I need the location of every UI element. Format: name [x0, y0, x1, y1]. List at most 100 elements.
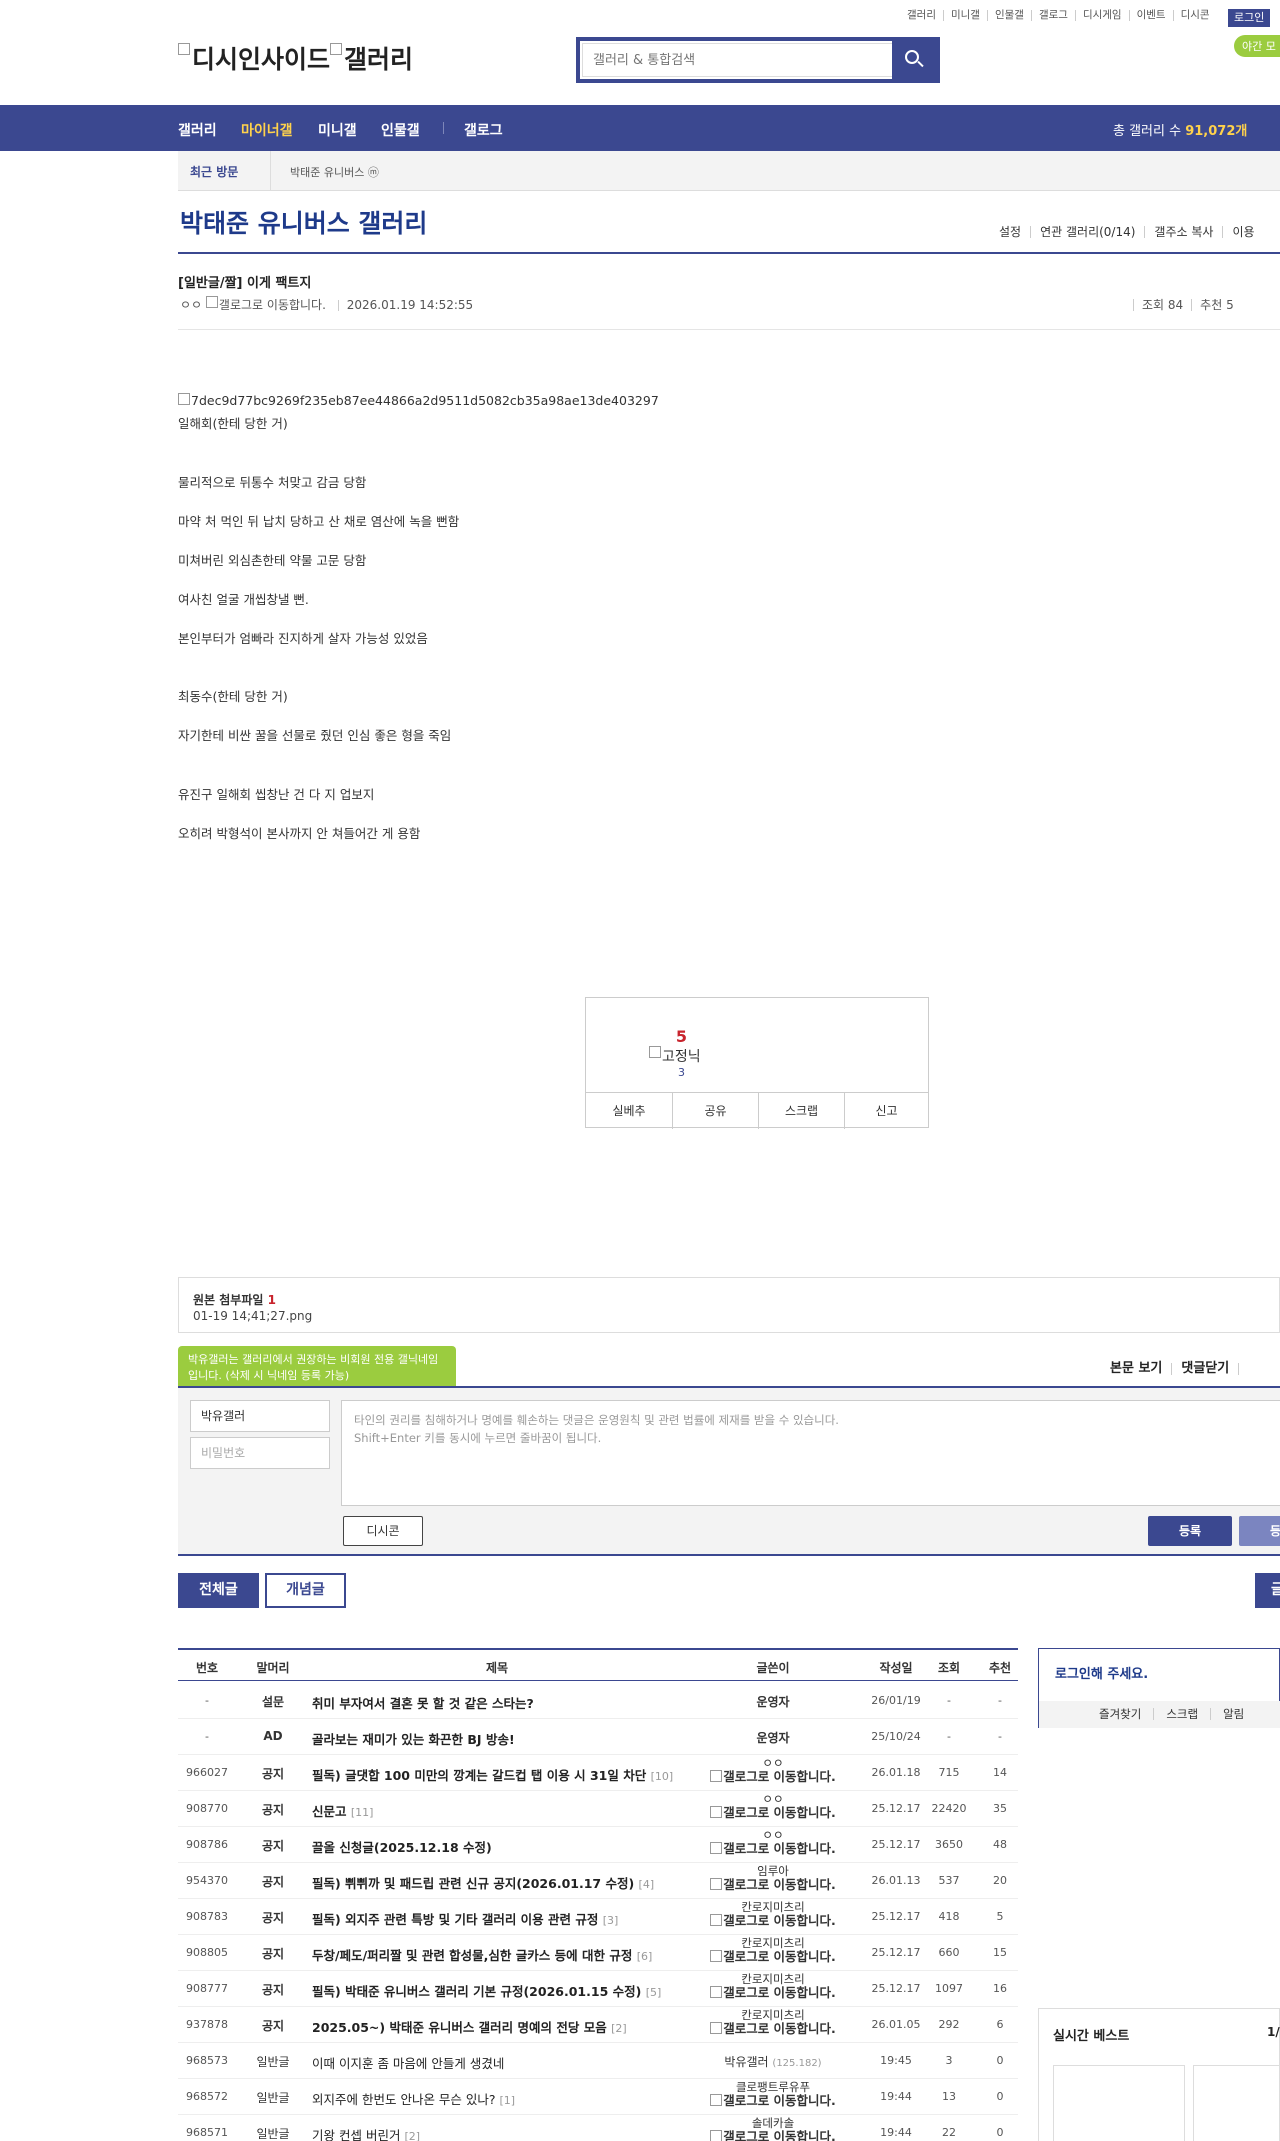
post-title-link[interactable]: 필독) 글댓합 100 미만의 깡계는 갈드컵 탭 이용 시 31일 차단 [1… [312, 1765, 682, 1784]
post-title-link[interactable]: 외지주에 한번도 안나온 무슨 있나? [1] [312, 2089, 682, 2108]
gallery-title[interactable]: 박태준 유니버스 갤러리 [180, 204, 427, 240]
real-best-button[interactable]: 실베추 [586, 1093, 672, 1129]
nav-item-gallog[interactable]: 갤로그 [464, 120, 503, 140]
post-title-link[interactable]: 2025.05~) 박태준 유니버스 갤러리 명예의 전당 모음 [2] [312, 2017, 682, 2036]
table-row[interactable]: 968571 일반글 기왕 컨셉 버린거 [2] 솔데카솔 갤로그로 이동합니다. 19:… [178, 2115, 1018, 2141]
notification-link[interactable]: 알림 [1210, 1708, 1256, 1720]
share-button[interactable]: 공유 [672, 1093, 758, 1129]
post-writer[interactable]: ㅇㅇ 갤로그로 이동합니다. [708, 1792, 838, 1820]
dccon-button[interactable]: 디시콘 [343, 1516, 423, 1546]
post-recommend: 14 [993, 1766, 1007, 1779]
close-comments-link[interactable]: 댓글닫기 [1181, 1361, 1229, 1376]
top-link[interactable]: 미니갤 [942, 10, 987, 21]
post-recommend: 6 [996, 2018, 1004, 2031]
register-button[interactable]: 등록 [1148, 1516, 1232, 1546]
table-row[interactable]: 968573 일반글 이때 이지훈 좀 마음에 안들게 생겼네 박유갤러 (125.… [178, 2043, 1018, 2079]
comment-textarea[interactable]: 타인의 권리를 침해하거나 명예를 훼손하는 댓글은 운영원칙 및 관련 법률에… [341, 1400, 1280, 1506]
gallog-icon[interactable] [205, 296, 218, 308]
tab-concept-posts[interactable]: 개념글 [265, 1573, 346, 1608]
reply-count: [4] [638, 1878, 655, 1891]
post-line: 유진구 일해회 씹창난 건 다 지 업보지 [178, 787, 375, 802]
recent-visit-label: 최근 방문 [190, 165, 239, 179]
top-link[interactable]: 디시콘 [1172, 10, 1217, 21]
search-button[interactable] [892, 41, 936, 79]
nav-item-gallery[interactable]: 갤러리 [178, 120, 217, 140]
site-logo[interactable]: 디시인사이드 갤러리 [178, 40, 413, 76]
post-writer[interactable]: 솔데카솔 갤로그로 이동합니다. [708, 2116, 838, 2141]
top-link[interactable]: 갤로그 [1030, 10, 1075, 21]
post-writer[interactable]: 칸로지미츠리 갤로그로 이동합니다. [708, 2008, 838, 2036]
top-link[interactable]: 인물갤 [986, 10, 1031, 21]
login-prompt[interactable]: 로그인해 주세요. [1055, 1663, 1148, 1682]
post-number: - [205, 1730, 209, 1743]
password-field[interactable]: 비밀번호 [190, 1437, 330, 1469]
settings-link[interactable]: 설정 [990, 226, 1030, 238]
report-button[interactable]: 신고 [844, 1093, 928, 1129]
post-title-link[interactable]: 두창/페도/퍼리짤 및 관련 합성물,심한 글카스 등에 대한 규정 [6] [312, 1945, 682, 1964]
table-row[interactable]: - AD 골라보는 재미가 있는 화끈한 BJ 방송! 운영자 25/10/24- - [178, 1719, 1018, 1755]
nav-item-minor-gallery[interactable]: 마이너갤 [241, 120, 293, 140]
post-title-link[interactable]: 필독) 박태준 유니버스 갤러리 기본 규정(2026.01.15 수정) [5… [312, 1981, 682, 2000]
nickname-field[interactable]: 박유갤러 [190, 1400, 330, 1432]
post-author[interactable]: ㅇㅇ [180, 298, 202, 312]
recent-visit-item[interactable]: 박태준 유니버스 ⓜ [290, 164, 379, 180]
table-row[interactable]: 908783 공지 필독) 외지주 관련 특방 및 기타 갤러리 이용 관련 규정 … [178, 1899, 1018, 1935]
post-title-link[interactable]: 끌올 신청글(2025.12.18 수정) [312, 1837, 682, 1856]
post-writer[interactable]: 운영자 [708, 1729, 838, 1746]
register-recommend-button[interactable]: 등록 [1239, 1516, 1280, 1546]
write-button[interactable]: 글 [1255, 1573, 1280, 1608]
night-mode-toggle[interactable]: 야간 모 [1234, 35, 1280, 57]
related-gallery-link[interactable]: 연관 갤러리(0/14) [1030, 226, 1144, 238]
top-link[interactable]: 갤러리 [900, 10, 943, 21]
post-datetime: 2026.01.19 14:52:55 [346, 298, 474, 312]
post-writer[interactable]: 운영자 [708, 1693, 838, 1710]
post-title-link[interactable]: 이때 이지훈 좀 마음에 안들게 생겼네 [312, 2053, 682, 2072]
table-row[interactable]: - 설문 취미 부자여서 결혼 못 할 것 같은 스타는? 운영자 26/01/19 -… [178, 1683, 1018, 1719]
fixed-nick-recommend[interactable]: 고정닉 [649, 1046, 701, 1066]
post-writer[interactable]: 칸로지미츠리 갤로그로 이동합니다. [708, 1900, 838, 1928]
search-input[interactable] [582, 43, 892, 77]
post-title-link[interactable]: 필독) 쀠쀠까 및 패드립 관련 신규 공지(2026.01.17 수정) [4… [312, 1873, 682, 1892]
best-thumbnail[interactable] [1053, 2065, 1185, 2141]
view-body-link[interactable]: 본문 보기 [1110, 1361, 1162, 1376]
table-row[interactable]: 954370 공지 필독) 쀠쀠까 및 패드립 관련 신규 공지(2026.01.1… [178, 1863, 1018, 1899]
post-recommend: 20 [993, 1874, 1007, 1887]
table-row[interactable]: 908805 공지 두창/페도/퍼리짤 및 관련 합성물,심한 글카스 등에 대한 … [178, 1935, 1018, 1971]
top-link[interactable]: 디시게임 [1074, 10, 1129, 21]
post-writer[interactable]: 칸로지미츠리 갤로그로 이동합니다. [708, 1936, 838, 1964]
nav-item-person-gallery[interactable]: 인물갤 [381, 120, 420, 140]
table-row[interactable]: 908786 공지 끌올 신청글(2025.12.18 수정) ㅇㅇ 갤로그로 이동합… [178, 1827, 1018, 1863]
best-thumbnail[interactable] [1193, 2065, 1280, 2141]
top-link[interactable]: 이벤트 [1128, 10, 1173, 21]
post-writer[interactable]: ㅇㅇ 갤로그로 이동합니다. [708, 1828, 838, 1856]
login-button[interactable]: 로그인 [1228, 9, 1271, 27]
table-row[interactable]: 937878 공지 2025.05~) 박태준 유니버스 갤러리 명예의 전당 모음… [178, 2007, 1018, 2043]
post-writer[interactable]: 칸로지미츠리 갤로그로 이동합니다. [708, 1972, 838, 2000]
post-number: 954370 [186, 1874, 228, 1887]
usage-link[interactable]: 이용 [1222, 226, 1263, 238]
post-title-link[interactable]: 필독) 외지주 관련 특방 및 기타 갤러리 이용 관련 규정 [3] [312, 1909, 682, 1928]
post-title-link[interactable]: 기왕 컨셉 버린거 [2] [312, 2125, 682, 2141]
attachment-file[interactable]: 01-19 14;41;27.png [193, 1309, 312, 1323]
scrap-link[interactable]: 스크랩 [1153, 1708, 1210, 1720]
favorites-link[interactable]: 즐겨찾기 [1087, 1708, 1153, 1720]
post-head: 공지 [261, 1875, 285, 1889]
tab-all-posts[interactable]: 전체글 [178, 1573, 259, 1608]
scrap-button[interactable]: 스크랩 [758, 1093, 844, 1129]
table-row[interactable]: 968572 일반글 외지주에 한번도 안나온 무슨 있나? [1] 클로팽트루유푸 갤… [178, 2079, 1018, 2115]
post-title-link[interactable]: 골라보는 재미가 있는 화끈한 BJ 방송! [312, 1729, 682, 1748]
table-row[interactable]: 908777 공지 필독) 박태준 유니버스 갤러리 기본 규정(2026.01.1… [178, 1971, 1018, 2007]
post-writer[interactable]: 박유갤러 (125.182) [708, 2053, 838, 2070]
post-title-link[interactable]: 취미 부자여서 결혼 못 할 것 같은 스타는? [312, 1693, 682, 1712]
post-writer[interactable]: 클로팽트루유푸 갤로그로 이동합니다. [708, 2080, 838, 2108]
post-writer[interactable]: ㅇㅇ 갤로그로 이동합니다. [708, 1756, 838, 1784]
post-date: 19:44 [880, 2126, 912, 2139]
table-row[interactable]: 966027 공지 필독) 글댓합 100 미만의 깡계는 갈드컵 탭 이용 시 3… [178, 1755, 1018, 1791]
post-writer[interactable]: 임루아 갤로그로 이동합니다. [708, 1864, 838, 1892]
table-row[interactable]: 908770 공지 신문고 [11] ㅇㅇ 갤로그로 이동합니다. 25.12.17 224… [178, 1791, 1018, 1827]
nav-item-mini-gallery[interactable]: 미니갤 [318, 120, 357, 140]
post-title-link[interactable]: 신문고 [11] [312, 1801, 682, 1820]
gallog-icon [710, 2130, 723, 2141]
copy-address-link[interactable]: 갤주소 복사 [1144, 226, 1222, 238]
recommend-total[interactable]: 5 [586, 1027, 777, 1046]
